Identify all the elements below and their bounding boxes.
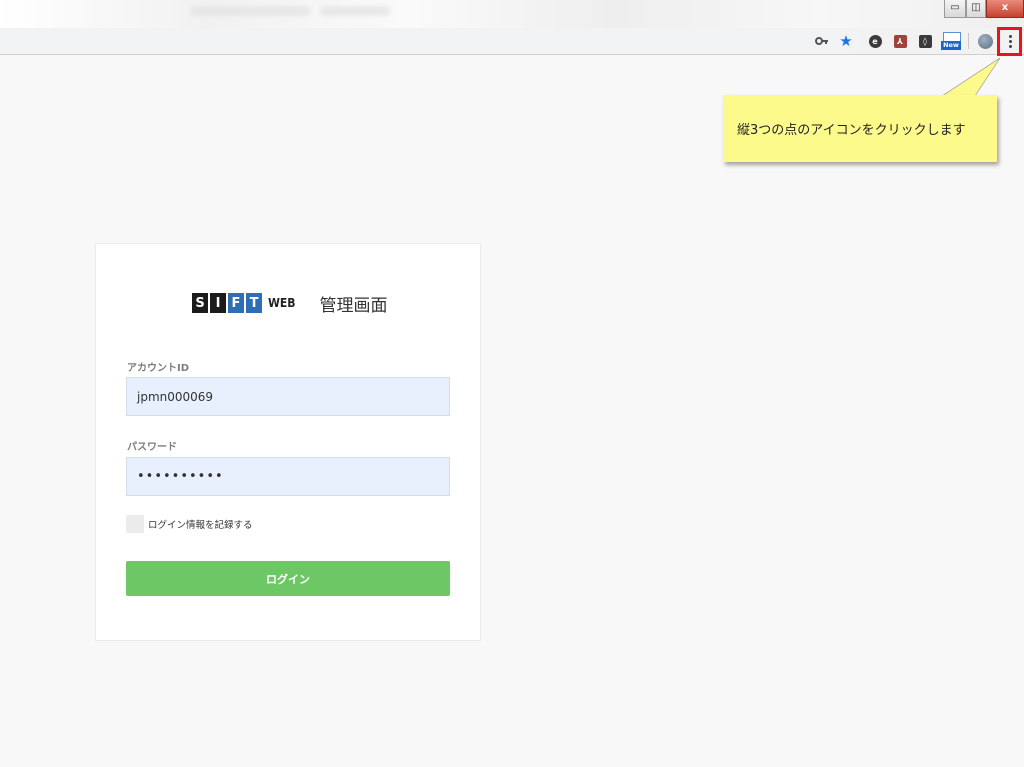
- new-badge: New: [941, 41, 961, 50]
- sift-web-logo: S I F T WEB 管理画面: [192, 292, 388, 316]
- toolbar-separator: [968, 33, 969, 49]
- logo-letter: F: [228, 293, 244, 313]
- browser-toolbar: ★ e ⅄ ◊ New: [0, 28, 1024, 55]
- remember-label: ログイン情報を記録する: [148, 520, 253, 531]
- new-extension-icon[interactable]: New: [940, 32, 962, 50]
- key-icon[interactable]: [813, 32, 831, 50]
- close-window-button[interactable]: x: [986, 0, 1024, 18]
- browser-title-bar: ▭ ◫ x: [0, 0, 1024, 28]
- logo-web-text: WEB: [268, 296, 296, 310]
- instruction-callout: 縦3つの点のアイコンをクリックします: [723, 95, 997, 162]
- extension-e-icon[interactable]: e: [866, 32, 884, 50]
- menu-highlight-box: [997, 27, 1022, 56]
- browser-tab-blurred[interactable]: [320, 6, 390, 16]
- callout-text: 縦3つの点のアイコンをクリックします: [737, 123, 966, 138]
- minimize-button[interactable]: ▭: [944, 0, 966, 18]
- address-bar[interactable]: [0, 30, 862, 52]
- login-card: S I F T WEB 管理画面 アカウントID jpmn000069 パスワー…: [95, 243, 481, 641]
- remember-checkbox[interactable]: [126, 515, 144, 533]
- star-icon[interactable]: ★: [837, 32, 855, 50]
- pdf-icon[interactable]: ⅄: [891, 32, 909, 50]
- browser-tab-blurred[interactable]: [190, 6, 310, 16]
- logo-letter: I: [210, 293, 226, 313]
- logo-letter: S: [192, 293, 208, 313]
- login-button[interactable]: ログイン: [126, 561, 450, 596]
- extension-shield-icon[interactable]: ◊: [916, 32, 934, 50]
- account-id-input[interactable]: jpmn000069: [126, 377, 450, 416]
- account-id-label: アカウントID: [127, 363, 190, 374]
- admin-title: 管理画面: [319, 295, 388, 316]
- password-label: パスワード: [127, 442, 177, 453]
- maximize-button[interactable]: ◫: [966, 0, 986, 18]
- password-input[interactable]: ••••••••••: [126, 457, 450, 496]
- profile-avatar-icon[interactable]: [976, 32, 994, 50]
- remember-login-option[interactable]: ログイン情報を記録する: [126, 515, 253, 533]
- logo-letter: T: [246, 293, 262, 313]
